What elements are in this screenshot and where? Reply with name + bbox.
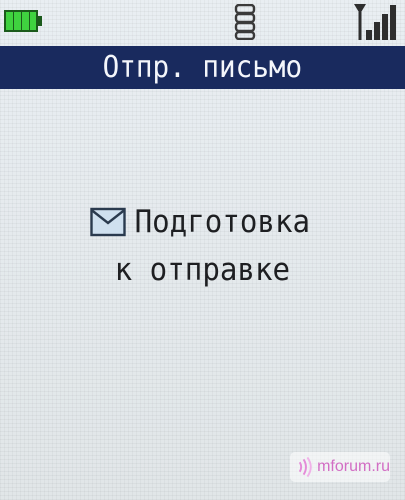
status-message: Подготовка к отправке <box>0 200 405 292</box>
envelope-icon <box>89 207 126 237</box>
sound-waves-icon <box>298 456 312 478</box>
signal-strength-icon <box>354 4 396 40</box>
phone-screen: Отпр. письмо Подготовка к отправке mforu… <box>0 0 405 500</box>
message-line-2: к отправке <box>0 248 405 292</box>
sim-stack-icon <box>234 4 256 40</box>
message-text-line-2: к отправке <box>114 252 291 288</box>
watermark: mforum.ru <box>290 452 390 482</box>
page-title: Отпр. письмо <box>102 50 303 85</box>
message-text-line-1: Подготовка <box>134 204 310 240</box>
title-bar: Отпр. письмо <box>0 46 405 89</box>
battery-full-icon <box>4 10 42 32</box>
message-line-1: Подготовка <box>0 200 405 244</box>
watermark-text: mforum.ru <box>317 458 390 475</box>
status-bar <box>0 0 405 46</box>
